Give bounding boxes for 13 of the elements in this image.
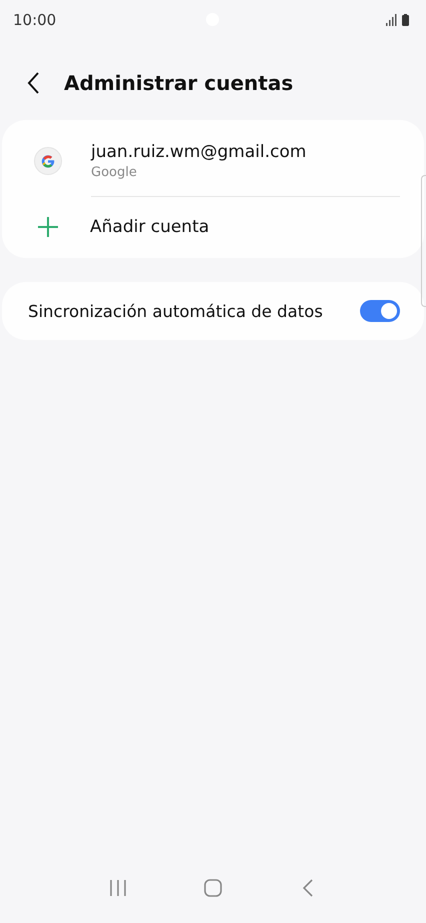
- status-time: 10:00: [13, 11, 56, 29]
- add-account-item[interactable]: Añadir cuenta: [2, 197, 424, 258]
- chevron-left-icon: [26, 71, 40, 95]
- toggle-switch[interactable]: [360, 300, 400, 322]
- setting-label: Sincronización automática de datos: [28, 302, 323, 320]
- google-icon: [34, 147, 62, 175]
- account-provider: Google: [91, 165, 138, 180]
- account-email[interactable]: juan.ruiz.wm@gmail.com: [91, 142, 306, 162]
- home-icon[interactable]: [202, 879, 223, 897]
- recent-apps-icon[interactable]: [108, 879, 128, 897]
- page-title: Administrar cuentas: [64, 71, 294, 95]
- plus-icon: [37, 216, 59, 238]
- signal-battery-icon: [386, 14, 410, 26]
